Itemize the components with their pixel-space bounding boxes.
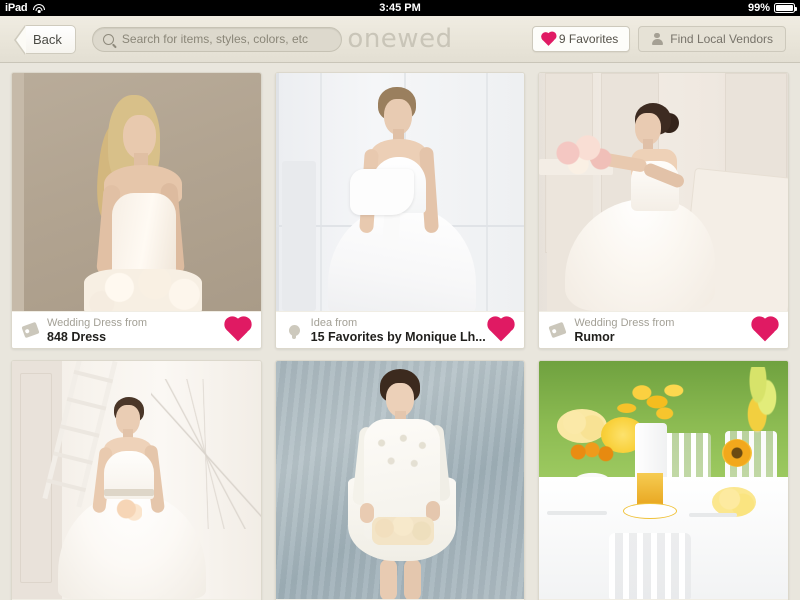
tag-icon — [548, 324, 567, 336]
result-card[interactable]: Wedding Dress from Rumor — [538, 72, 789, 349]
pin-icon — [285, 325, 304, 336]
result-card[interactable] — [11, 360, 262, 600]
card-caption: Wedding Dress from 848 Dress — [12, 311, 261, 348]
card-photo[interactable] — [12, 361, 261, 599]
photo-illustration — [276, 73, 525, 311]
favorites-button-label: 9 Favorites — [559, 32, 618, 46]
card-photo[interactable] — [12, 73, 261, 311]
heart-icon — [754, 319, 777, 342]
card-subtitle: Idea from — [311, 316, 486, 330]
favorite-heart-button[interactable] — [226, 319, 250, 341]
ios-status-bar: iPad 3:45 PM 99% — [0, 0, 800, 16]
app-logo: onewed — [347, 24, 452, 54]
search-input[interactable]: Search for items, styles, colors, etc — [92, 27, 342, 52]
tag-icon — [21, 324, 40, 336]
photo-illustration — [276, 361, 525, 599]
app-header: Back Search for items, styles, colors, e… — [0, 16, 800, 63]
photo-illustration — [12, 73, 261, 311]
clock-label: 3:45 PM — [0, 2, 800, 14]
result-card[interactable]: Wedding Dress from 848 Dress — [11, 72, 262, 349]
card-caption: Idea from 15 Favorites by Monique Lh... — [276, 311, 525, 348]
favorites-button[interactable]: 9 Favorites — [532, 26, 630, 52]
back-button[interactable]: Back — [24, 25, 76, 54]
header-actions: 9 Favorites Find Local Vendors — [532, 26, 788, 52]
card-title: 15 Favorites by Monique Lh... — [311, 330, 486, 345]
result-card[interactable] — [275, 360, 526, 600]
battery-icon — [774, 3, 795, 13]
photo-illustration — [539, 73, 788, 311]
card-photo[interactable] — [276, 73, 525, 311]
results-grid: Wedding Dress from 848 Dress Idea from 1… — [0, 63, 800, 600]
favorite-heart-button[interactable] — [489, 319, 513, 341]
card-photo[interactable] — [539, 73, 788, 311]
find-local-vendors-button[interactable]: Find Local Vendors — [638, 26, 786, 52]
card-subtitle: Wedding Dress from — [574, 316, 674, 330]
heart-icon — [542, 33, 555, 46]
card-title: Rumor — [574, 330, 674, 345]
photo-illustration — [12, 361, 261, 599]
card-caption: Wedding Dress from Rumor — [539, 311, 788, 348]
card-title: 848 Dress — [47, 330, 147, 345]
heart-icon — [490, 319, 513, 342]
result-card[interactable] — [538, 360, 789, 600]
photo-illustration — [539, 361, 788, 599]
back-button-label: Back — [33, 32, 62, 47]
person-icon — [651, 33, 663, 46]
card-subtitle: Wedding Dress from — [47, 316, 147, 330]
find-local-vendors-label: Find Local Vendors — [670, 32, 773, 46]
result-card[interactable]: Idea from 15 Favorites by Monique Lh... — [275, 72, 526, 349]
search-placeholder: Search for items, styles, colors, etc — [122, 32, 308, 46]
card-photo[interactable] — [276, 361, 525, 599]
search-icon — [103, 34, 114, 45]
heart-icon — [226, 319, 249, 342]
favorite-heart-button[interactable] — [753, 319, 777, 341]
card-photo[interactable] — [539, 361, 788, 599]
